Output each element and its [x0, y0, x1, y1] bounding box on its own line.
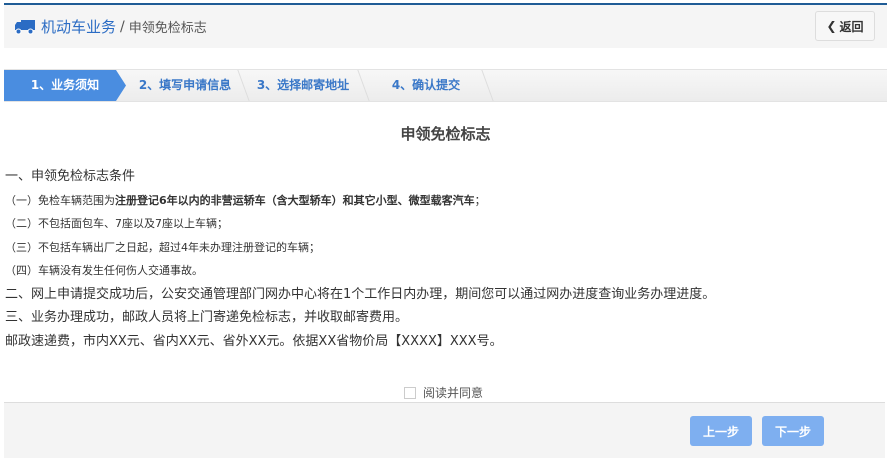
breadcrumb-current: 申领免检标志	[128, 21, 207, 36]
breadcrumb-root[interactable]: 机动车业务	[41, 16, 116, 37]
bold-text: 注册登记6年以内的非营运轿车（含大型轿车）和其它小型、微型载客汽车	[115, 193, 475, 207]
condition-item-3: （三）不包括车辆出厂之日起，超过4年未办理注册登记的车辆；	[5, 240, 320, 254]
prev-button[interactable]: 上一步	[690, 416, 752, 446]
breadcrumb-separator: /	[120, 18, 125, 35]
notice-content: 一、申领免检标志条件 （一）免检车辆范围为注册登记6年以内的非营运轿车（含大型轿…	[5, 165, 886, 353]
condition-item-4: （四）车辆没有发生任何伤人交通事故。	[5, 264, 203, 277]
text: ；	[474, 193, 486, 207]
step-4: 4、确认提交	[391, 78, 461, 92]
chevron-left-icon: ❮	[826, 19, 837, 33]
text: （一）免检车辆范围为	[5, 193, 115, 207]
agree-checkbox-row[interactable]: 阅读并同意	[404, 384, 483, 401]
page-title: 申领免检标志	[400, 125, 491, 143]
condition-item-2: （二）不包括面包车、7座以及7座以上车辆；	[5, 217, 228, 230]
step-1: 1、业务须知	[4, 70, 126, 101]
agree-label[interactable]: 阅读并同意	[423, 384, 483, 401]
footer-bar: 上一步 下一步	[4, 402, 885, 458]
back-button[interactable]: ❮ 返回	[815, 11, 875, 41]
step-2: 2、填写申请信息	[138, 78, 232, 92]
section-2: 二、网上申请提交成功后，公安交通管理部门网办中心将在1个工作日内办理，期间您可以…	[5, 286, 716, 302]
step-3: 3、选择邮寄地址	[256, 78, 350, 92]
condition-item-1: （一）免检车辆范围为注册登记6年以内的非营运轿车（含大型轿车）和其它小型、微型载…	[5, 189, 886, 213]
step-progress: 1、业务须知 2、填写申请信息 3、选择邮寄地址 4、确认提交	[4, 69, 887, 102]
truck-icon	[15, 19, 35, 34]
back-label: 返回	[839, 19, 864, 34]
section-1-heading: 一、申领免检标志条件	[5, 169, 136, 184]
next-button[interactable]: 下一步	[762, 416, 824, 446]
fee-note: 邮政速递费，市内XX元、省内XX元、省外XX元。依据XX省物价局【XXXX】XX…	[5, 333, 503, 349]
page-header: 机动车业务 / 申领免检标志 ❮ 返回	[4, 5, 887, 48]
agree-checkbox[interactable]	[404, 386, 416, 399]
section-3: 三、业务办理成功，邮政人员将上门寄递免检标志，并收取邮寄费用。	[5, 310, 409, 325]
